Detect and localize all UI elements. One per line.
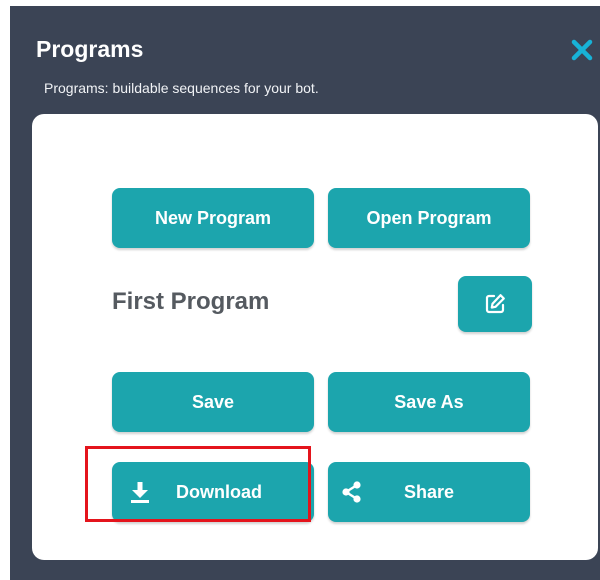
share-label: Share	[403, 481, 455, 502]
open-program-button[interactable]: Open Program	[328, 188, 530, 248]
save-as-label: Save As	[394, 391, 464, 412]
edit-icon	[482, 291, 508, 317]
save-as-button[interactable]: Save As	[328, 372, 530, 432]
new-program-label: New Program	[154, 207, 272, 228]
dialog-title: Programs	[36, 36, 144, 62]
open-program-label: Open Program	[366, 207, 492, 228]
download-highlight-box	[85, 446, 311, 522]
new-program-button[interactable]: New Program	[112, 188, 314, 248]
edit-program-name-button[interactable]	[458, 276, 532, 332]
close-icon[interactable]	[568, 36, 596, 64]
share-icon	[340, 480, 364, 504]
save-button[interactable]: Save	[112, 372, 314, 432]
share-button[interactable]: Share	[328, 462, 530, 522]
program-name: First Program	[112, 288, 270, 315]
save-label: Save	[191, 391, 235, 412]
dialog-subtitle: Programs: buildable sequences for your b…	[44, 80, 319, 96]
